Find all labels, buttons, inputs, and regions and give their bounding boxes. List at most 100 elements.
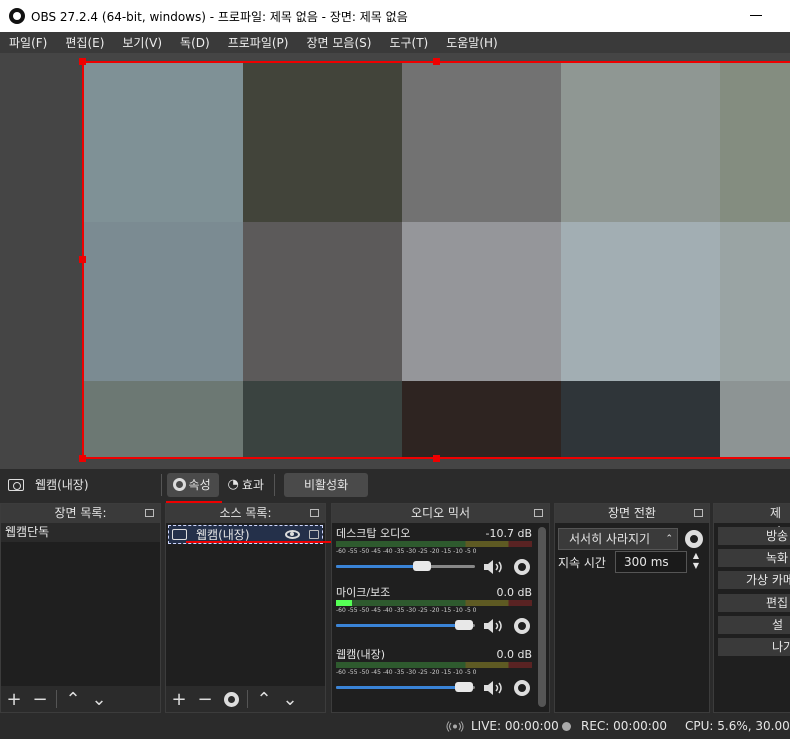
webcam-pixel-block [561, 381, 720, 459]
resize-handle-middle-left[interactable] [79, 256, 86, 263]
preview-area[interactable] [0, 53, 790, 469]
menu-docks[interactable]: 독(D) [171, 34, 219, 51]
gear-icon[interactable] [685, 530, 703, 548]
remove-source-button[interactable]: − [192, 688, 218, 710]
resize-handle-bottom-center[interactable] [433, 455, 440, 462]
menu-file[interactable]: 파일(F) [0, 34, 56, 51]
source-properties-button[interactable] [218, 688, 244, 710]
webcam-pixel-block [243, 381, 402, 459]
mixer-channel-mic: 마이크/보조 0.0 dB -60 -55 -50 -45 -40 -35 -3… [336, 586, 532, 636]
transition-select[interactable]: 서서히 사라지기 [558, 528, 678, 550]
add-source-button[interactable]: + [166, 688, 192, 710]
menu-edit[interactable]: 편집(E) [56, 34, 113, 51]
mixer-scrollbar[interactable] [538, 527, 546, 707]
resize-handle-top-center[interactable] [433, 58, 440, 65]
webcam-pixel-block [83, 381, 243, 459]
webcam-pixel-block [83, 222, 243, 381]
channel-header: 마이크/보조 0.0 dB [336, 586, 532, 599]
undock-icon[interactable] [310, 509, 319, 517]
start-recording-button[interactable]: 녹화 [718, 549, 790, 567]
lock-icon[interactable] [309, 530, 319, 539]
cpu-status: CPU: 5.6%, 30.00 fp [685, 719, 790, 733]
undock-icon[interactable] [145, 509, 154, 517]
duration-input[interactable]: 300 ms [615, 551, 687, 573]
volume-slider[interactable] [336, 620, 475, 630]
context-bar: 웹캠(내장) 속성 ◔ 효과 비활성화 [0, 469, 790, 503]
scene-item[interactable]: 웹캠단독 [1, 523, 160, 542]
settings-button[interactable]: 설 [718, 616, 790, 634]
gear-icon [223, 691, 239, 707]
volume-slider[interactable] [336, 682, 475, 692]
transitions-dock-label: 장면 전환 [608, 506, 656, 520]
divider [247, 690, 248, 708]
duration-spinner[interactable]: ▲ ▼ [689, 551, 703, 573]
sources-dock: 소스 목록: 웹캠(내장) + − ⌃ ⌄ [165, 503, 326, 713]
minimize-button[interactable] [750, 8, 764, 22]
volume-slider-handle[interactable] [454, 620, 473, 630]
menu-tools[interactable]: 도구(T) [380, 34, 437, 51]
speaker-icon[interactable] [482, 559, 506, 575]
visibility-eye-icon[interactable] [285, 530, 300, 539]
resize-handle-bottom-left[interactable] [79, 455, 86, 462]
scenes-toolbar: + − ⌃ ⌄ [1, 686, 160, 712]
menu-profile[interactable]: 프로파일(P) [219, 34, 298, 51]
volume-meter [336, 541, 532, 547]
volume-slider-fill [336, 565, 423, 568]
live-broadcast-icon [446, 721, 464, 732]
menu-view[interactable]: 보기(V) [113, 34, 171, 51]
move-source-down-button[interactable]: ⌄ [277, 688, 303, 710]
menu-scene-collection[interactable]: 장면 모음(S) [297, 34, 380, 51]
context-source-name: 웹캠(내장) [35, 478, 89, 492]
add-scene-button[interactable]: + [1, 688, 27, 710]
menu-help[interactable]: 도움말(H) [437, 34, 507, 51]
volume-meter [336, 600, 532, 606]
move-scene-down-button[interactable]: ⌄ [86, 688, 112, 710]
volume-slider-handle[interactable] [454, 682, 473, 692]
speaker-icon[interactable] [482, 618, 506, 634]
webcam-pixel-block [402, 222, 561, 381]
controls-dock-title: 제어 [714, 504, 790, 539]
gear-icon[interactable] [514, 559, 530, 575]
properties-button[interactable]: 속성 [165, 472, 222, 503]
undock-icon[interactable] [534, 509, 543, 517]
properties-label: 속성 [188, 478, 211, 492]
duration-row: 지속 시간 300 ms ▲ ▼ [558, 551, 703, 573]
move-scene-up-button[interactable]: ⌃ [60, 688, 86, 710]
channel-name: 데스크탑 오디오 [336, 527, 411, 540]
filters-button[interactable]: ◔ 효과 [222, 473, 270, 497]
deactivate-button[interactable]: 비활성화 [283, 472, 369, 497]
webcam-pixel-block [561, 222, 720, 381]
status-bar: LIVE: 00:00:00 REC: 00:00:00 CPU: 5.6%, … [0, 713, 790, 739]
speaker-icon[interactable] [482, 680, 506, 696]
gear-icon[interactable] [514, 680, 530, 696]
gear-icon[interactable] [514, 618, 530, 634]
channel-level: -10.7 dB [485, 527, 533, 540]
virtual-camera-button[interactable]: 가상 카메 [718, 571, 790, 589]
audio-mixer-dock: 오디오 믹서 데스크탑 오디오 -10.7 dB -60 -55 -50 -45… [331, 503, 550, 713]
remove-scene-button[interactable]: − [27, 688, 53, 710]
controls-dock: 제어 방송 녹화 가상 카메 편집 설 나가 [713, 503, 790, 713]
start-streaming-button[interactable]: 방송 [718, 527, 790, 545]
undock-icon[interactable] [694, 509, 703, 517]
divider [273, 473, 275, 496]
menu-bar: 파일(F) 편집(E) 보기(V) 독(D) 프로파일(P) 장면 모음(S) … [0, 32, 790, 53]
move-source-up-button[interactable]: ⌃ [251, 688, 277, 710]
studio-mode-button[interactable]: 편집 [718, 594, 790, 612]
webcam-pixel-block [83, 61, 243, 222]
filters-label: 효과 [241, 478, 264, 492]
channel-header: 데스크탑 오디오 -10.7 dB [336, 527, 532, 540]
title-bar: OBS 27.2.4 (64-bit, windows) - 프로파일: 제목 … [0, 0, 790, 32]
mixer-dock-label: 오디오 믹서 [410, 506, 470, 520]
webcam-preview-image[interactable] [83, 61, 790, 459]
scene-transitions-dock: 장면 전환 서서히 사라지기 지속 시간 300 ms ▲▼ [554, 503, 710, 713]
volume-slider-fill [336, 624, 464, 627]
rec-status: REC: 00:00:00 [581, 719, 668, 733]
scenes-dock-title: 장면 목록: [1, 504, 160, 523]
volume-slider[interactable] [336, 561, 475, 571]
webcam-pixel-block [561, 61, 720, 222]
resize-handle-top-left[interactable] [79, 58, 86, 65]
exit-button[interactable]: 나가 [718, 638, 790, 656]
webcam-pixel-block [402, 381, 561, 459]
volume-slider-handle[interactable] [413, 561, 432, 571]
window-title: OBS 27.2.4 (64-bit, windows) - 프로파일: 제목 … [31, 9, 408, 24]
